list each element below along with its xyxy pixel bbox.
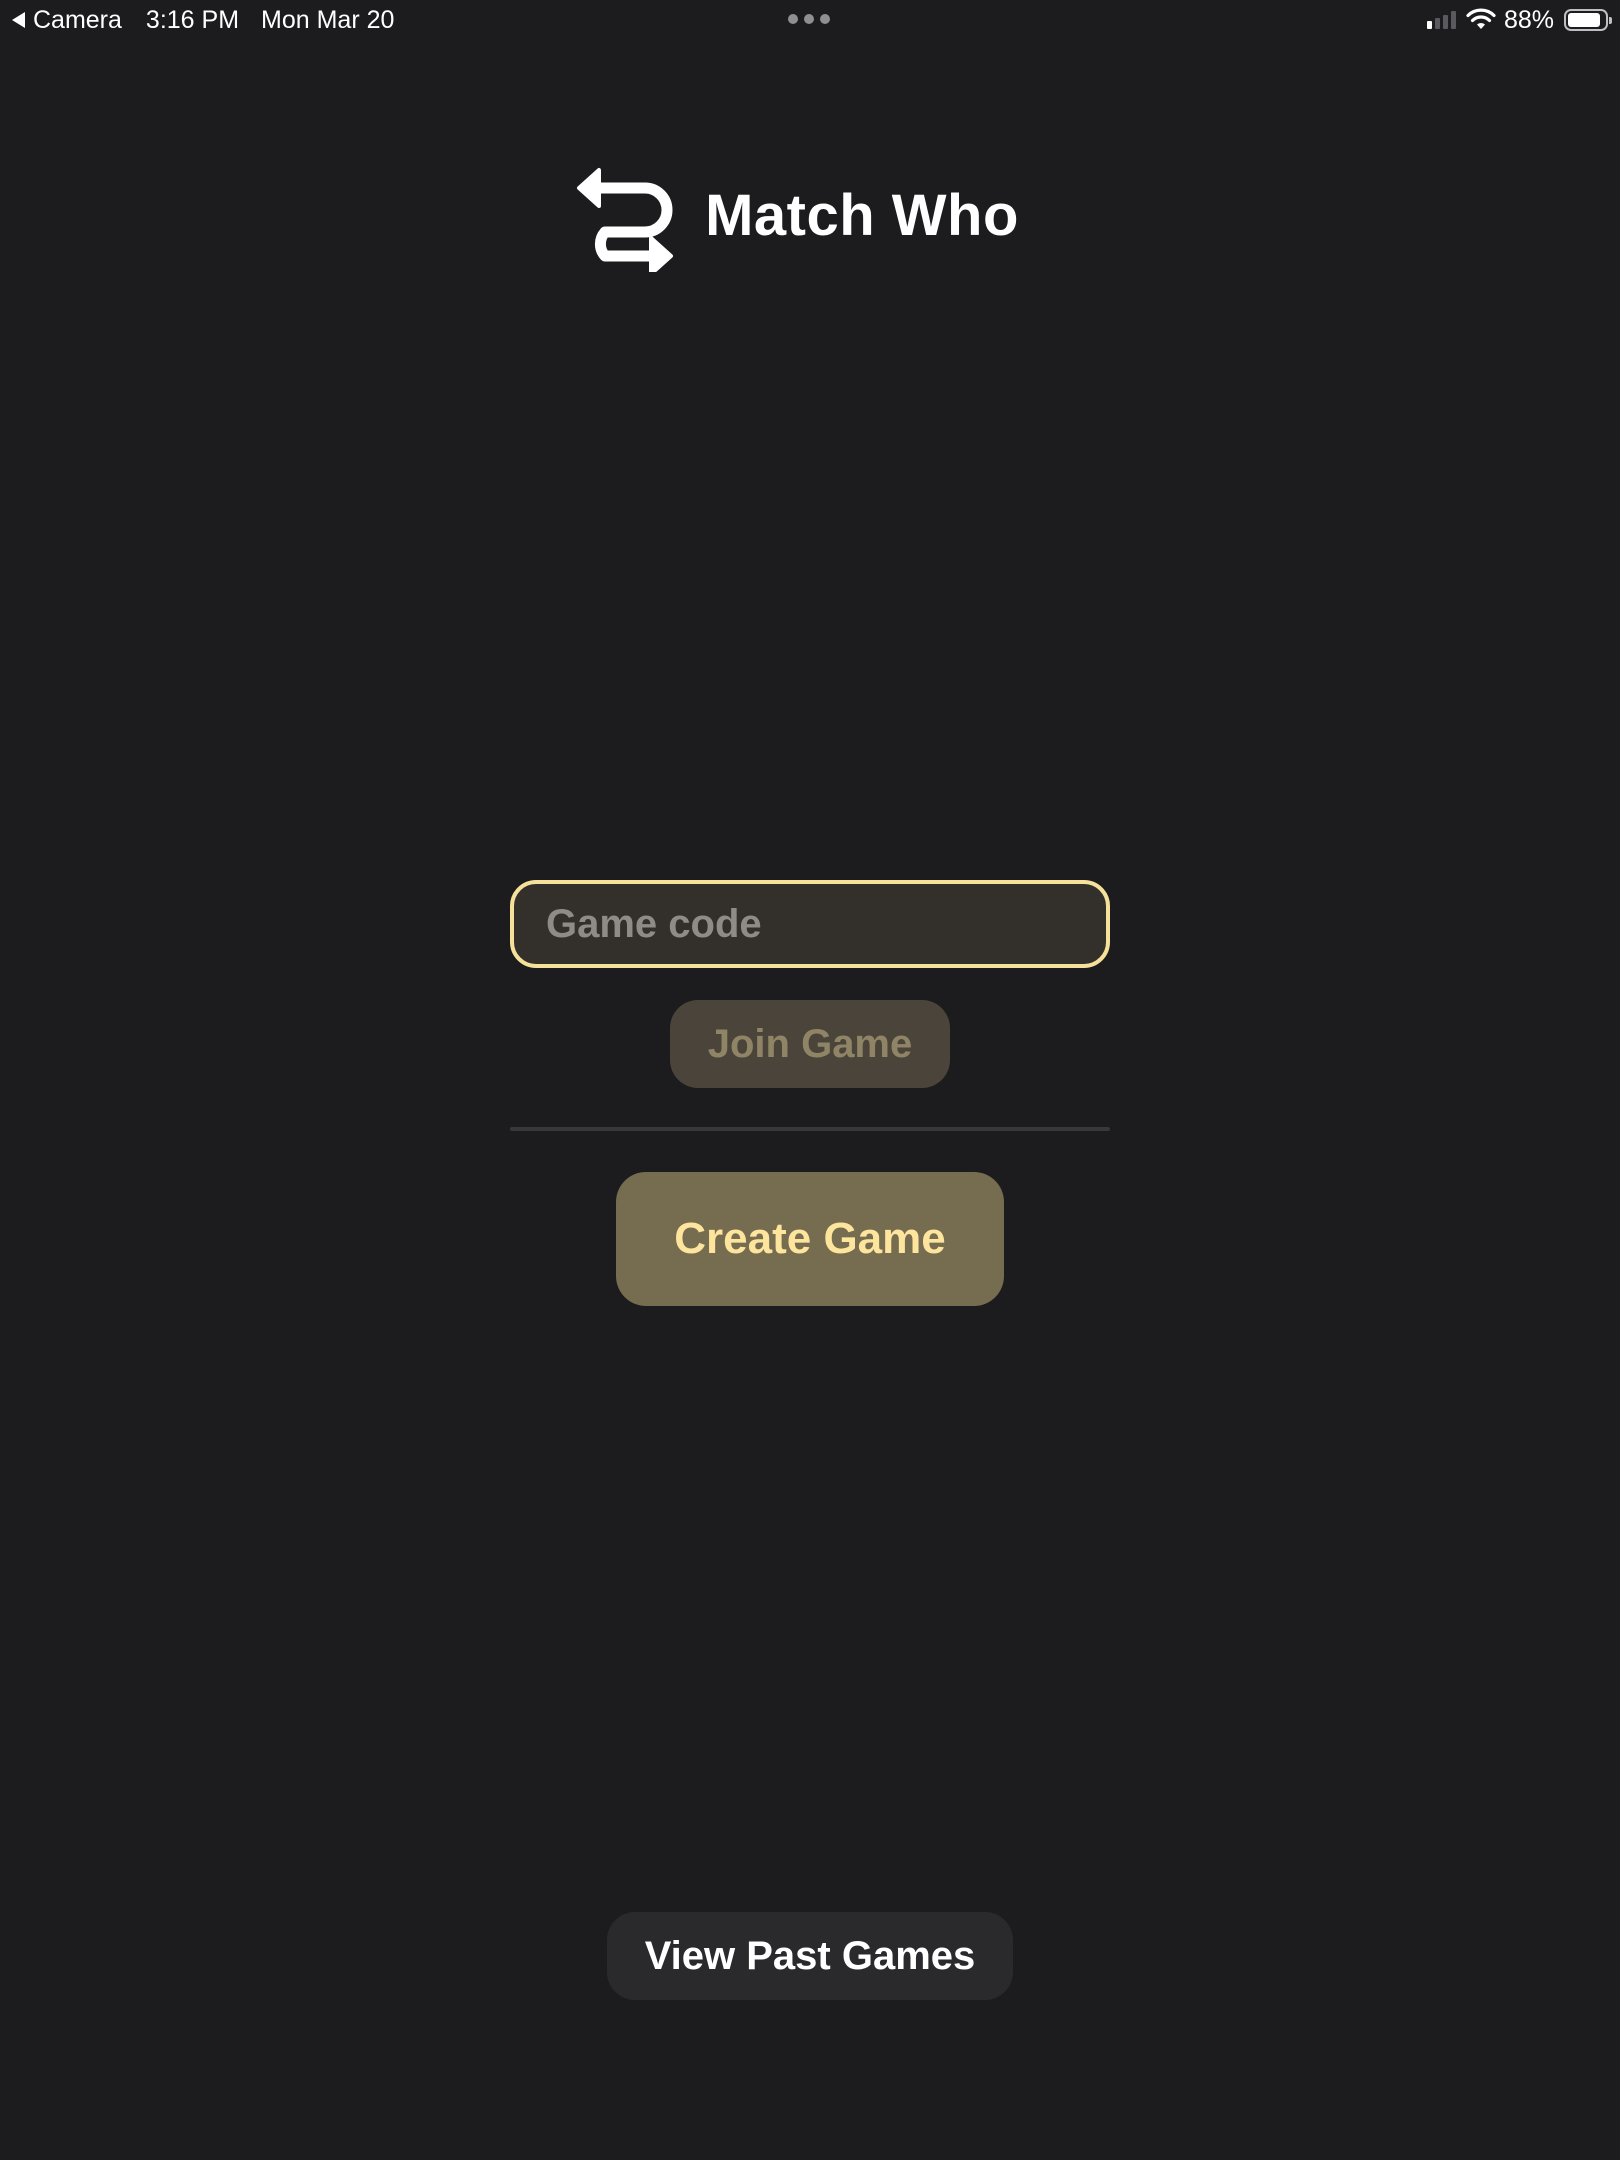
- ellipsis-icon[interactable]: [788, 14, 830, 24]
- game-code-input[interactable]: [510, 880, 1110, 968]
- divider: [510, 1127, 1110, 1131]
- status-date: Mon Mar 20: [261, 5, 395, 34]
- view-past-games-button[interactable]: View Past Games: [607, 1912, 1013, 2000]
- battery-icon: [1564, 9, 1612, 31]
- app-title: Match Who: [705, 182, 1019, 248]
- back-triangle-icon: [12, 12, 25, 28]
- create-game-button[interactable]: Create Game: [616, 1172, 1004, 1306]
- wifi-icon: [1466, 8, 1496, 29]
- status-time: 3:16 PM: [145, 5, 240, 34]
- status-bar: Camera 3:16 PM Mon Mar 20 88%: [0, 0, 1620, 44]
- swap-arrows-icon: [577, 168, 674, 272]
- status-indicators: 88%: [1426, 4, 1612, 36]
- back-to-app[interactable]: Camera 3:16 PM Mon Mar 20: [12, 4, 394, 36]
- app-header: Match Who: [0, 158, 1620, 272]
- battery-percent: 88%: [1503, 5, 1554, 34]
- back-app-label: Camera: [33, 5, 122, 34]
- cellular-signal-icon: [1426, 11, 1456, 29]
- join-game-button[interactable]: Join Game: [670, 1000, 950, 1088]
- home-screen: Camera 3:16 PM Mon Mar 20 88% Match Who …: [0, 0, 1620, 2160]
